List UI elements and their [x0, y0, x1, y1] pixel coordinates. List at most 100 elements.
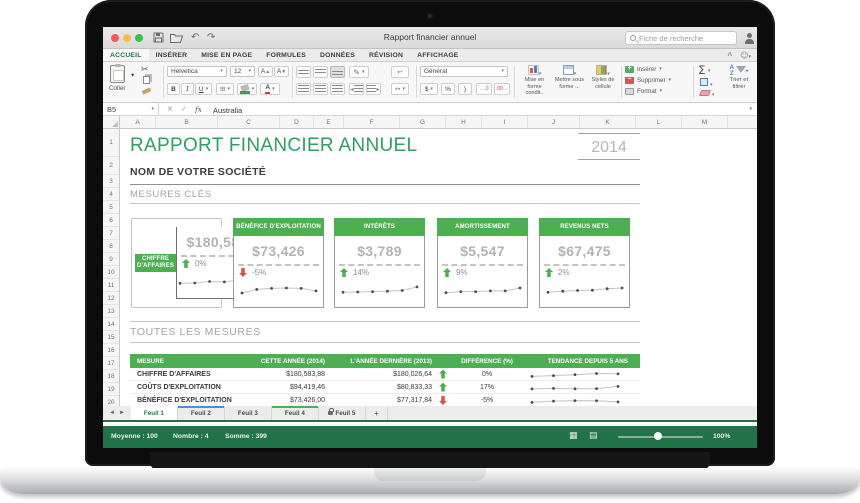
- currency-format-button[interactable]: $▾: [420, 83, 438, 95]
- worksheet[interactable]: RAPPORT FINANCIER ANNUEL 2014 NOM DE VOT…: [120, 129, 757, 406]
- insert-function-icon[interactable]: fx: [195, 105, 202, 114]
- row-header-6[interactable]: 6: [103, 214, 119, 227]
- grow-font-button[interactable]: A▲: [258, 66, 273, 77]
- column-header-D[interactable]: D: [280, 116, 314, 128]
- italic-button[interactable]: I: [181, 83, 194, 95]
- row-header-15[interactable]: 15: [103, 331, 119, 344]
- tab-formules[interactable]: FORMULES: [259, 49, 313, 61]
- wrap-text-button[interactable]: ↩: [391, 66, 409, 78]
- column-header-G[interactable]: G: [400, 116, 446, 128]
- underline-button[interactable]: U▾: [195, 83, 212, 95]
- kpi-card-interest[interactable]: INTÉRÊTS $3,789 14%: [334, 218, 425, 308]
- cancel-icon[interactable]: ✕: [167, 105, 173, 113]
- font-name-select[interactable]: Helvetica▾: [167, 66, 227, 77]
- decrease-indent-button[interactable]: ◂: [349, 83, 364, 95]
- zoom-slider-handle[interactable]: [654, 432, 662, 440]
- delete-cells-button[interactable]: − Supprimer▾: [625, 77, 671, 84]
- insert-cells-button[interactable]: + Insérer▾: [625, 66, 662, 73]
- conditional-formatting-button[interactable]: ▾ Mise en forme condit..: [518, 65, 551, 97]
- tab-revision[interactable]: RÉVISION: [362, 49, 410, 61]
- tab-mise-en-page[interactable]: MISE EN PAGE: [194, 49, 259, 61]
- increase-decimal-button[interactable]: ←.0: [476, 83, 492, 95]
- format-cells-button[interactable]: Format▾: [625, 88, 662, 95]
- percent-format-button[interactable]: %: [441, 83, 455, 95]
- number-format-select[interactable]: Général▾: [420, 66, 508, 77]
- column-header-B[interactable]: B: [156, 116, 218, 128]
- row-header-19[interactable]: 19: [103, 383, 119, 396]
- sheet-tab-feuil3[interactable]: Feuil 3: [225, 406, 272, 420]
- row-header-4[interactable]: 4: [103, 188, 119, 201]
- column-header-I[interactable]: I: [482, 116, 528, 128]
- column-header-H[interactable]: H: [446, 116, 482, 128]
- sheet-tab-feuil4[interactable]: Feuil 4: [272, 406, 319, 420]
- table-row[interactable]: BÉNÉFICE D'EXPLOITATION $73,426,00 $77,3…: [130, 394, 640, 406]
- row-header-14[interactable]: 14: [103, 318, 119, 331]
- fill-color-button[interactable]: ▾: [237, 83, 257, 95]
- row-header-16[interactable]: 16: [103, 344, 119, 357]
- page-layout-view-icon[interactable]: ▤: [589, 431, 598, 441]
- tab-inserer[interactable]: INSÉRER: [149, 49, 195, 61]
- search-input[interactable]: Fiche de recherche: [625, 31, 737, 45]
- cut-scissors-icon[interactable]: ✂: [141, 65, 149, 75]
- select-all-corner[interactable]: [103, 116, 120, 128]
- formula-bar-expand-icon[interactable]: ▾: [749, 107, 752, 112]
- row-header-17[interactable]: 17: [103, 357, 119, 370]
- column-header-L[interactable]: L: [636, 116, 682, 128]
- prev-sheet-icon[interactable]: ◄: [109, 410, 115, 416]
- tab-accueil[interactable]: ACCUEIL: [103, 49, 149, 61]
- comma-format-button[interactable]: ): [458, 83, 472, 95]
- clear-button[interactable]: ▾: [700, 90, 714, 98]
- font-size-select[interactable]: 12▾: [230, 66, 255, 77]
- copy-icon[interactable]: [143, 76, 150, 84]
- bold-button[interactable]: B: [167, 83, 180, 95]
- font-color-button[interactable]: A▾: [260, 83, 280, 95]
- feedback-smiley-icon[interactable]: ☺▾: [740, 51, 751, 60]
- borders-button[interactable]: ⊞▾: [216, 83, 234, 95]
- column-header-F[interactable]: F: [344, 116, 400, 128]
- row-header-2[interactable]: 2: [103, 157, 119, 175]
- column-header-E[interactable]: E: [314, 116, 344, 128]
- sheet-tab-feuil5[interactable]: Feuil 5: [319, 406, 366, 420]
- tab-donnees[interactable]: DONNÉES: [313, 49, 362, 61]
- row-header-11[interactable]: 11: [103, 279, 119, 292]
- share-person-icon[interactable]: [744, 33, 755, 44]
- table-row[interactable]: CHIFFRE D'AFFAIRES $180,583,88 $180,026,…: [130, 368, 640, 381]
- column-header-A[interactable]: A: [120, 116, 156, 128]
- sheet-tab-feuil1[interactable]: Feuil 1: [131, 406, 178, 420]
- row-header-9[interactable]: 9: [103, 253, 119, 266]
- collapse-ribbon-icon[interactable]: ^: [727, 51, 732, 60]
- align-left-button[interactable]: [296, 83, 311, 95]
- row-header-10[interactable]: 10: [103, 266, 119, 279]
- column-header-K[interactable]: K: [580, 116, 636, 128]
- enter-check-icon[interactable]: ✓: [181, 105, 187, 113]
- format-painter-icon[interactable]: [142, 87, 152, 94]
- decrease-decimal-button[interactable]: .00→: [494, 83, 510, 95]
- sheet-tab-feuil2[interactable]: Feuil 2: [178, 406, 225, 420]
- tab-affichage[interactable]: AFFICHAGE: [410, 49, 465, 61]
- align-right-button[interactable]: [330, 83, 345, 95]
- kpi-card-net-income[interactable]: REVENUS NETS $67,475 2%: [539, 218, 630, 308]
- formula-content[interactable]: Australia: [213, 106, 242, 115]
- sort-filter-button[interactable]: AZ ▾ Trier et filtrer: [723, 65, 755, 91]
- orientation-button[interactable]: ✎▾: [349, 66, 369, 78]
- row-header-13[interactable]: 13: [103, 305, 119, 318]
- normal-view-icon[interactable]: ▦: [569, 431, 578, 441]
- table-row[interactable]: COÛTS D'EXPLOITATION $94,419,46 $80,833,…: [130, 381, 640, 394]
- paste-button[interactable]: Coller: [109, 65, 125, 92]
- column-header-J[interactable]: J: [528, 116, 580, 128]
- row-header-3[interactable]: 3: [103, 175, 119, 188]
- align-center-button[interactable]: [313, 83, 328, 95]
- format-as-table-button[interactable]: ▾ Mettre sous forme ...: [553, 65, 586, 90]
- align-top-button[interactable]: [296, 66, 311, 78]
- shrink-font-button[interactable]: A▼: [274, 66, 289, 77]
- row-header-1[interactable]: 1: [103, 129, 119, 157]
- row-header-7[interactable]: 7: [103, 227, 119, 240]
- row-header-18[interactable]: 18: [103, 370, 119, 383]
- autosum-button[interactable]: ∑ ▾: [699, 65, 710, 75]
- align-bottom-button[interactable]: [330, 66, 345, 78]
- kpi-card-revenue[interactable]: CHIFFRE D'AFFAIRES $180,584 0%: [131, 218, 222, 308]
- row-header-5[interactable]: 5: [103, 201, 119, 214]
- merge-center-button[interactable]: ↔▾: [391, 83, 409, 95]
- increase-indent-button[interactable]: ▸: [366, 83, 381, 95]
- next-sheet-icon[interactable]: ►: [119, 410, 125, 416]
